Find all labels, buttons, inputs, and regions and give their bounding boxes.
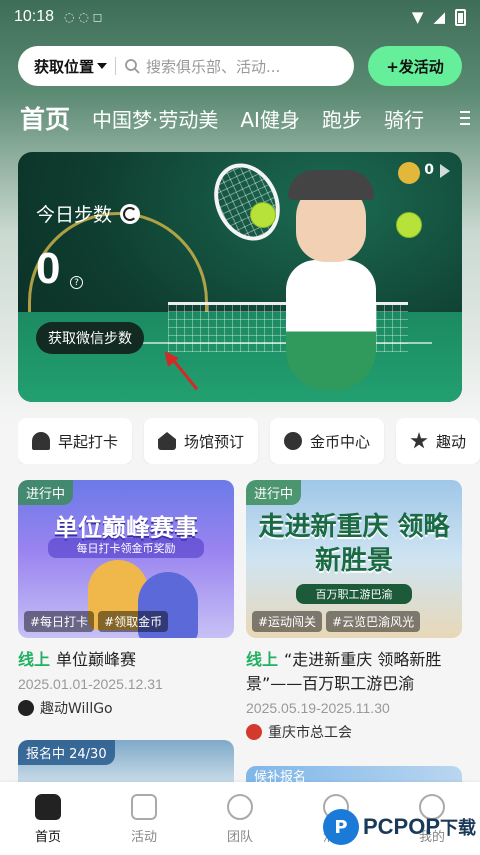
get-wechat-steps-button[interactable]: 获取微信步数 bbox=[36, 322, 144, 354]
quick-willgo[interactable]: 趣动 bbox=[396, 418, 480, 464]
organizer-logo-icon bbox=[246, 724, 262, 740]
tab-bar-label: 首页 bbox=[34, 830, 61, 845]
player-body-illustration bbox=[286, 260, 376, 390]
mode-label: 线上 bbox=[18, 650, 51, 669]
status-right: ▼ ◢ bbox=[412, 8, 466, 26]
status-time: 10:18 bbox=[14, 8, 55, 25]
tag: #运动闯关 bbox=[252, 611, 323, 632]
quick-label: 金币中心 bbox=[310, 432, 371, 451]
refresh-icon[interactable] bbox=[120, 203, 141, 224]
tab-home[interactable]: 首页 bbox=[20, 100, 70, 136]
mode-label: 线上 bbox=[246, 650, 279, 669]
status-badge: 进行中 bbox=[246, 480, 302, 505]
tag: #领取金币 bbox=[98, 611, 169, 632]
search-row: 获取位置 搜索俱乐部、活动... +发活动 bbox=[18, 46, 462, 86]
divider bbox=[115, 57, 117, 75]
search-bar[interactable]: 获取位置 搜索俱乐部、活动... bbox=[18, 46, 354, 86]
help-icon[interactable]: ? bbox=[70, 276, 83, 289]
location-selector[interactable]: 获取位置 bbox=[34, 56, 108, 77]
venue-icon bbox=[158, 432, 177, 450]
tab-bar-team[interactable]: 团队 bbox=[192, 782, 288, 855]
tennis-racket-illustration bbox=[201, 152, 293, 252]
notification-icons: ◌ ◌ ◻ bbox=[64, 10, 103, 24]
search-input[interactable]: 搜索俱乐部、活动... bbox=[146, 56, 280, 77]
search-icon bbox=[125, 59, 140, 74]
card-image: 进行中 走进新重庆 领略新胜景 百万职工游巴渝 #运动闯关 #云览巴渝风光 bbox=[246, 480, 462, 638]
sunrise-icon bbox=[32, 432, 50, 450]
team-icon bbox=[227, 794, 253, 820]
card-tags: #每日打卡 #领取金币 bbox=[24, 611, 169, 632]
player-cap-illustration bbox=[288, 170, 374, 200]
status-bar: 10:18 ◌ ◌ ◻ ▼ ◢ bbox=[0, 0, 480, 34]
coin-icon[interactable] bbox=[398, 162, 420, 184]
quick-early-checkin[interactable]: 早起打卡 bbox=[18, 418, 133, 464]
play-icon[interactable] bbox=[440, 164, 450, 178]
card-banner-title: 走进新重庆 领略新胜景 bbox=[258, 512, 450, 576]
quick-label: 趣动 bbox=[436, 432, 467, 451]
battery-icon bbox=[455, 8, 466, 26]
watermark-text: PCPOP下载 bbox=[362, 814, 476, 839]
organizer-name: 趣动WillGo bbox=[40, 701, 113, 717]
tab-ai-fitness[interactable]: AI健身 bbox=[240, 104, 300, 133]
status-badge: 报名中 24/30 bbox=[18, 740, 115, 765]
category-tabs: 首页 中国梦·劳动美 AI健身 跑步 骑行 bbox=[20, 100, 470, 136]
coins-icon bbox=[284, 432, 303, 450]
activity-icon bbox=[131, 794, 157, 820]
quick-coin-center[interactable]: 金币中心 bbox=[270, 418, 385, 464]
card-organizer: 趣动WillGo bbox=[18, 698, 234, 718]
card-title: 线上 “走进新重庆 领略新胜景”——百万职工游巴渝 bbox=[246, 648, 462, 696]
star-icon bbox=[410, 432, 428, 449]
quick-venue-booking[interactable]: 场馆预订 bbox=[144, 418, 259, 464]
steps-banner[interactable]: 0 今日步数 0 ? 获取微信步数 bbox=[18, 152, 462, 402]
card-title-text: 单位巅峰赛 bbox=[56, 650, 137, 669]
steps-label: 今日步数 bbox=[36, 200, 141, 227]
steps-label-text: 今日步数 bbox=[36, 204, 113, 226]
tab-running[interactable]: 跑步 bbox=[322, 104, 362, 133]
card-image: 进行中 单位巅峰赛事 每日打卡领金币奖励 #每日打卡 #领取金币 bbox=[18, 480, 234, 638]
tag: #云览巴渝风光 bbox=[326, 611, 421, 632]
wifi-icon: ▼ bbox=[411, 8, 424, 26]
card-organizer: 重庆市总工会 bbox=[246, 722, 462, 742]
card-title: 线上 单位巅峰赛 bbox=[18, 648, 234, 672]
tennis-ball-icon bbox=[250, 202, 276, 228]
tab-bar-label: 团队 bbox=[226, 830, 253, 845]
tab-china-dream[interactable]: 中国梦·劳动美 bbox=[92, 104, 218, 133]
card-banner-subtitle: 百万职工游巴渝 bbox=[296, 584, 412, 604]
coin-value: 0 bbox=[424, 162, 434, 178]
activity-card[interactable]: 进行中 走进新重庆 领略新胜景 百万职工游巴渝 #运动闯关 #云览巴渝风光 线上… bbox=[246, 480, 462, 742]
card-banner-subtitle: 每日打卡领金币奖励 bbox=[48, 538, 204, 558]
status-badge: 进行中 bbox=[18, 480, 74, 505]
card-tags: #运动闯关 #云览巴渝风光 bbox=[252, 611, 421, 632]
add-activity-button[interactable]: +发活动 bbox=[368, 46, 462, 86]
quick-actions: 早起打卡 场馆预订 金币中心 趣动 bbox=[18, 418, 480, 464]
quick-label: 早起打卡 bbox=[58, 432, 119, 451]
steps-value: 0 bbox=[36, 244, 61, 293]
tennis-ball-icon bbox=[396, 212, 422, 238]
signal-icon: ◢ bbox=[433, 8, 445, 26]
tag: #每日打卡 bbox=[24, 611, 95, 632]
home-icon bbox=[35, 794, 61, 820]
watermark: P PCPOP下载 bbox=[322, 807, 476, 847]
watermark-logo-icon: P bbox=[322, 809, 359, 845]
organizer-logo-icon bbox=[18, 700, 34, 716]
organizer-name: 重庆市总工会 bbox=[268, 725, 352, 741]
tab-cycling[interactable]: 骑行 bbox=[384, 104, 424, 133]
activity-card[interactable]: 进行中 单位巅峰赛事 每日打卡领金币奖励 #每日打卡 #领取金币 线上 单位巅峰赛… bbox=[18, 480, 234, 718]
caret-down-icon bbox=[97, 63, 108, 69]
card-date: 2025.05.19-2025.11.30 bbox=[246, 700, 390, 716]
tab-bar-label: 活动 bbox=[130, 830, 157, 845]
tab-bar-home[interactable]: 首页 bbox=[0, 782, 96, 855]
location-label: 获取位置 bbox=[34, 57, 95, 76]
card-date: 2025.01.01-2025.12.31 bbox=[18, 676, 163, 692]
quick-label: 场馆预订 bbox=[184, 432, 245, 451]
tab-bar-activity[interactable]: 活动 bbox=[96, 782, 192, 855]
more-tabs-icon[interactable] bbox=[460, 111, 470, 125]
